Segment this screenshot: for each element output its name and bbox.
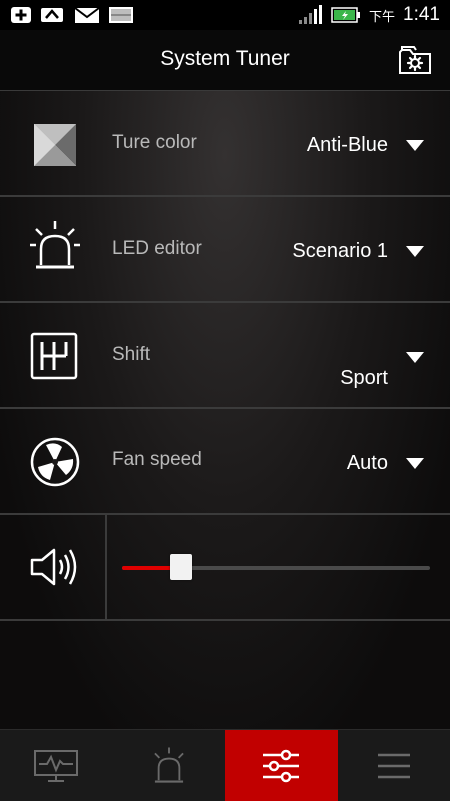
add-icon xyxy=(10,6,32,24)
shift-label: Shift xyxy=(112,344,150,366)
volume-slider[interactable] xyxy=(122,566,430,570)
battery-charging-icon xyxy=(331,6,361,24)
status-bar: 下午 1:41 xyxy=(0,0,450,30)
chevron-down-icon[interactable] xyxy=(406,246,424,257)
chevron-down-icon[interactable] xyxy=(406,458,424,469)
row-volume xyxy=(0,515,450,621)
tab-led[interactable] xyxy=(113,730,226,801)
led-siren-icon xyxy=(28,219,82,273)
led-editor-label: LED editor xyxy=(112,238,202,260)
image-icon xyxy=(108,6,134,24)
app-bar: System Tuner xyxy=(0,30,450,91)
folder-gear-icon xyxy=(398,44,432,76)
fan-icon xyxy=(28,435,82,489)
led-editor-value[interactable]: Scenario 1 xyxy=(292,240,388,263)
true-color-value[interactable]: Anti-Blue xyxy=(307,134,388,157)
page-title: System Tuner xyxy=(0,47,450,71)
shift-value[interactable]: Sport xyxy=(340,367,388,390)
led-siren-icon xyxy=(149,746,189,786)
settings-button[interactable] xyxy=(398,44,432,76)
chevron-down-icon[interactable] xyxy=(406,140,424,151)
row-fan-speed[interactable]: Fan speed Auto xyxy=(0,409,450,515)
bottom-nav xyxy=(0,729,450,801)
speaker-icon xyxy=(28,540,82,594)
row-true-color[interactable]: Ture color Anti-Blue xyxy=(0,91,450,197)
volume-slider-thumb[interactable] xyxy=(170,554,192,580)
tab-menu[interactable] xyxy=(338,730,450,801)
gear-shift-icon xyxy=(28,330,82,384)
volume-divider xyxy=(105,515,107,619)
signal-icon xyxy=(299,5,323,25)
true-color-label: Ture color xyxy=(112,132,197,154)
status-bar-ampm: 下午 xyxy=(369,6,395,25)
status-bar-time: 1:41 xyxy=(403,4,440,26)
tab-monitor[interactable] xyxy=(0,730,113,801)
mail-icon xyxy=(74,6,100,24)
status-bar-system: 下午 1:41 xyxy=(299,4,440,26)
tab-tuner[interactable] xyxy=(225,730,338,801)
settings-list: Ture color Anti-Blue LED editor Scenario… xyxy=(0,91,450,729)
sliders-icon xyxy=(261,748,301,784)
chevron-down-icon[interactable] xyxy=(406,352,424,363)
fan-speed-label: Fan speed xyxy=(112,449,202,471)
status-bar-notifications xyxy=(10,6,134,24)
true-color-icon xyxy=(28,118,82,172)
row-shift[interactable]: Shift Sport xyxy=(0,303,450,409)
row-led-editor[interactable]: LED editor Scenario 1 xyxy=(0,197,450,303)
sync-icon xyxy=(40,6,66,24)
menu-icon xyxy=(376,751,412,781)
fan-speed-value[interactable]: Auto xyxy=(347,452,388,475)
monitor-icon xyxy=(33,749,79,783)
